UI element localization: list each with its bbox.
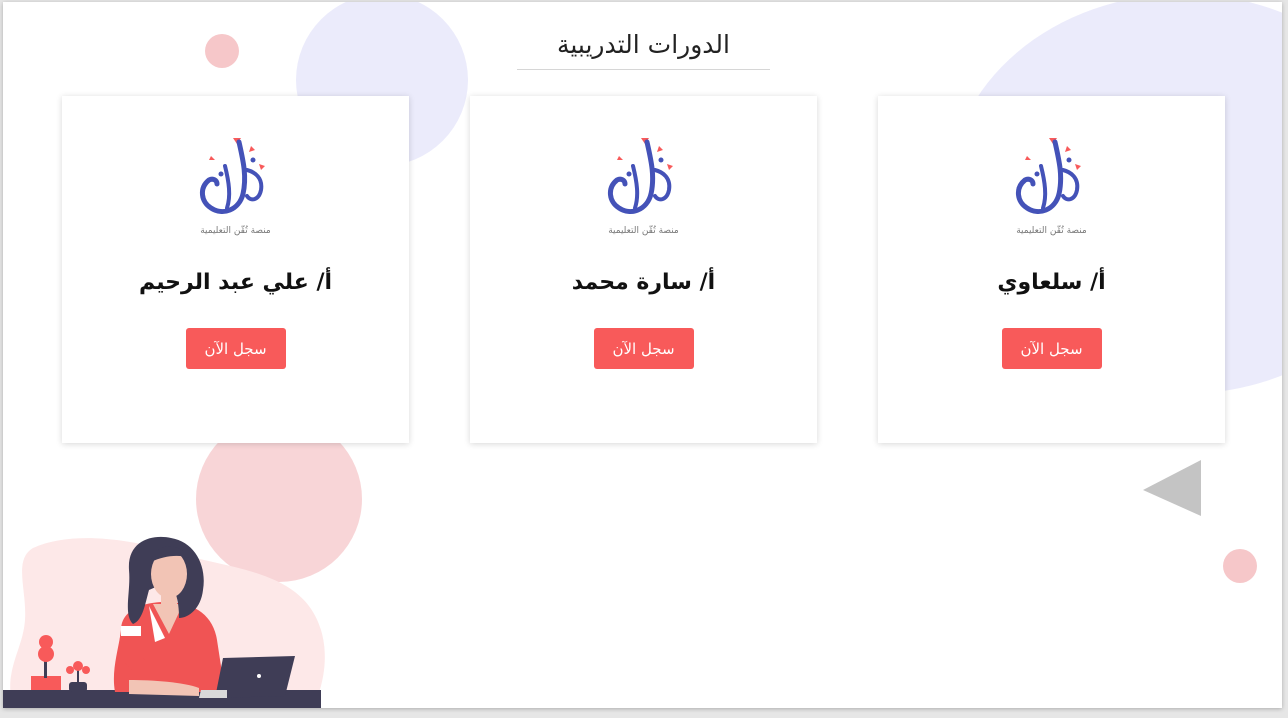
instructor-name: أ/ علي عبد الرحيم xyxy=(138,270,333,295)
platform-logo: منصة تُقّن التعليمية xyxy=(589,130,699,240)
course-card: منصة تُقّن التعليمية أ/ علي عبد الرحيم س… xyxy=(62,96,409,443)
register-now-button[interactable]: سجل الآن xyxy=(593,328,694,369)
decor-pink-dot-right xyxy=(1223,549,1257,583)
platform-logo-caption: منصة تُقّن التعليمية xyxy=(200,226,271,236)
platform-logo: منصة تُقّن التعليمية xyxy=(997,130,1107,240)
course-card: منصة تُقّن التعليمية أ/ سارة محمد سجل ال… xyxy=(470,96,817,443)
woman-laptop-illustration xyxy=(3,536,325,708)
instructor-name: أ/ سلعاوي xyxy=(997,270,1106,295)
platform-logo-caption: منصة تُقّن التعليمية xyxy=(1016,226,1087,236)
register-now-button[interactable]: سجل الآن xyxy=(185,328,286,369)
page: الدورات التدريبية منصة تُقّن التعليمية أ… xyxy=(3,2,1282,708)
platform-logo-caption: منصة تُقّن التعليمية xyxy=(608,226,679,236)
decor-gray-triangle xyxy=(1143,460,1201,516)
register-now-button[interactable]: سجل الآن xyxy=(1001,328,1102,369)
platform-logo: منصة تُقّن التعليمية xyxy=(181,130,291,240)
section-title: الدورات التدريبية xyxy=(517,30,770,70)
instructor-name: أ/ سارة محمد xyxy=(571,270,716,295)
course-card: منصة تُقّن التعليمية أ/ سلعاوي سجل الآن xyxy=(878,96,1225,443)
decor-pink-dot-top-left xyxy=(205,34,239,68)
